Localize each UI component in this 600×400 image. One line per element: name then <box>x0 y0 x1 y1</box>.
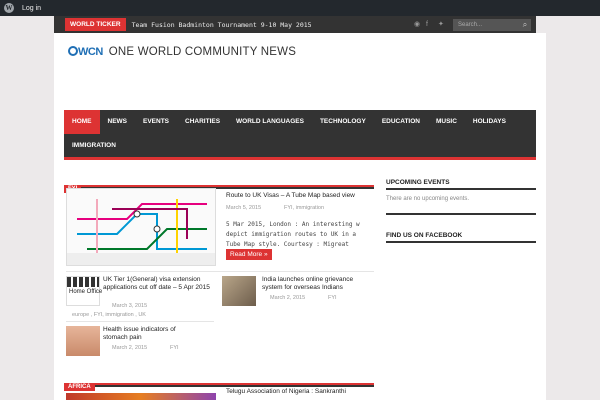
upcoming-events-title: UPCOMING EVENTS <box>386 179 450 186</box>
africa-feature-image[interactable] <box>66 393 216 400</box>
facebook-title: FIND US ON FACEBOOK <box>386 232 463 239</box>
sidebar-divider <box>386 213 536 215</box>
admin-bar: W Log in <box>0 0 600 16</box>
nav-events[interactable]: EVENTS <box>135 110 177 134</box>
africa-block-header <box>64 383 374 387</box>
sidebar-divider <box>386 188 536 190</box>
ticker-label: WORLD TICKER <box>65 18 126 31</box>
post-title[interactable]: India launches online grievance system f… <box>262 276 372 292</box>
home-office-image[interactable]: Home Office <box>66 276 102 306</box>
search-icon[interactable]: ⌕ <box>519 18 531 31</box>
nav-charities[interactable]: CHARITIES <box>177 110 228 134</box>
india-grievance-image[interactable] <box>222 276 256 306</box>
feature-post-date: March 5, 2015 <box>226 205 262 211</box>
site-logo[interactable]: WCN ONE WORLD COMMUNITY NEWS <box>68 46 296 58</box>
post-tags[interactable]: FYI <box>328 295 337 301</box>
nav-education[interactable]: EDUCATION <box>374 110 428 134</box>
search-input[interactable]: Search... <box>453 18 519 31</box>
sidebar-divider <box>386 241 536 243</box>
divider <box>66 271 374 272</box>
nav-technology[interactable]: TECHNOLOGY <box>312 110 374 134</box>
post-date: March 2, 2015 <box>112 345 148 351</box>
nav-music[interactable]: MUSIC <box>428 110 465 134</box>
site-title: ONE WORLD COMMUNITY NEWS <box>108 46 297 58</box>
upcoming-events-text: There are no upcoming events. <box>386 196 470 202</box>
post-tags[interactable]: europe , FYI, immigration , UK <box>72 312 146 318</box>
wordpress-logo-icon[interactable]: W <box>4 3 14 13</box>
feature-post-excerpt: 5 Mar 2015, London : An interesting w de… <box>226 221 360 248</box>
nav-world-languages[interactable]: WORLD LANGUAGES <box>228 110 312 134</box>
feature-post-title[interactable]: Route to UK Visas – A Tube Map based vie… <box>226 192 355 199</box>
twitter-icon[interactable]: ✦ <box>438 21 445 28</box>
main-nav: HOME NEWS EVENTS CHARITIES WORLD LANGUAG… <box>64 110 536 160</box>
top-bar: WORLD TICKER Team Fusion Badminton Tourn… <box>54 16 536 33</box>
ticker-headline[interactable]: Team Fusion Badminton Tournament 9-10 Ma… <box>132 21 414 29</box>
rss-icon[interactable]: ◉ <box>414 21 421 28</box>
post-date: March 3, 2015 <box>112 303 148 309</box>
tube-map-image[interactable] <box>66 188 216 266</box>
divider <box>66 321 214 322</box>
post-title[interactable]: UK Tier 1(General) visa extension applic… <box>103 276 211 292</box>
logo-mark: WCN <box>68 46 103 58</box>
post-tags[interactable]: FYI <box>170 345 179 351</box>
facebook-icon[interactable]: f <box>426 21 433 28</box>
nav-row-2: IMMIGRATION <box>64 134 536 158</box>
main-container: WCN ONE WORLD COMMUNITY NEWS HOME NEWS E… <box>54 33 546 400</box>
feature-post-tags[interactable]: FYI, immigration <box>284 205 324 211</box>
read-more-button[interactable]: Read More » <box>226 249 272 260</box>
nav-home[interactable]: HOME <box>64 110 100 134</box>
post-title[interactable]: Health issue indicators of stomach pain <box>103 326 183 342</box>
stomach-pain-image[interactable] <box>66 326 100 356</box>
africa-category-tag[interactable]: AFRICA <box>64 383 95 391</box>
nav-immigration[interactable]: IMMIGRATION <box>64 134 124 158</box>
nav-holidays[interactable]: HOLIDAYS <box>465 110 514 134</box>
login-link[interactable]: Log in <box>22 5 41 12</box>
social-icons: ◉ f ✦ <box>414 21 445 28</box>
post-date: March 2, 2015 <box>270 295 306 301</box>
nav-news[interactable]: NEWS <box>100 110 136 134</box>
nav-row-1: HOME NEWS EVENTS CHARITIES WORLD LANGUAG… <box>64 110 536 134</box>
africa-feature-title[interactable]: Telugu Association of Nigeria : Sankrant… <box>226 388 346 395</box>
